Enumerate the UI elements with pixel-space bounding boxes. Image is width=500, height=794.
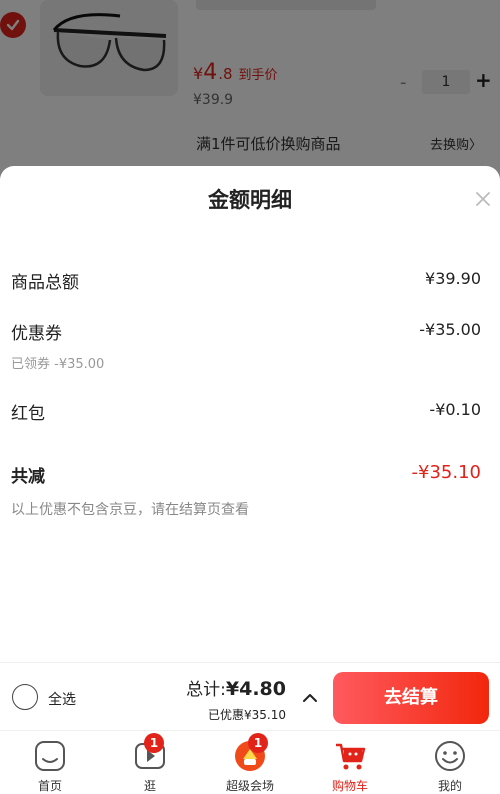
checkout-button[interactable]: 去结算 xyxy=(333,672,489,724)
goods-total-value: ¥39.90 xyxy=(425,269,481,288)
tab-profile-label: 我的 xyxy=(437,779,462,793)
select-all-label[interactable]: 全选 xyxy=(48,689,76,709)
coupon-label: 优惠券 xyxy=(11,324,62,344)
total-amount: ¥4.80 xyxy=(225,678,286,700)
tab-cart[interactable]: 购物车 xyxy=(300,731,400,794)
red-packet-value: -¥0.10 xyxy=(429,400,481,419)
cart-icon xyxy=(333,739,367,773)
total-price: 总计: ¥4.80 xyxy=(186,675,286,700)
coupon-claimed-text: 已领券 -¥35.00 xyxy=(11,357,105,372)
tab-profile[interactable]: 我的 xyxy=(400,731,500,794)
chevron-up-icon[interactable] xyxy=(302,689,318,702)
tab-browse-badge: 1 xyxy=(144,733,164,753)
jingdou-note: 以上优惠不包含京豆，请在结算页查看 xyxy=(11,502,249,518)
home-icon xyxy=(33,739,67,773)
tab-super-venue-label: 超级会场 xyxy=(225,779,274,793)
settle-bar: 全选 总计: ¥4.80 已优惠¥35.10 去结算 xyxy=(0,662,500,730)
tab-home-label: 首页 xyxy=(37,779,62,793)
close-icon[interactable] xyxy=(472,188,494,210)
select-all-radio[interactable] xyxy=(12,684,38,710)
tab-super-venue-badge: 1 xyxy=(248,733,268,753)
tab-home[interactable]: 首页 xyxy=(0,731,100,794)
bottom-tab-bar: 首页 1 逛 1 超级会场 购物车 我的 xyxy=(0,730,500,794)
tab-browse-label: 逛 xyxy=(143,779,156,793)
goods-total-label: 商品总额 xyxy=(11,273,79,293)
total-reduction-label: 共减 xyxy=(11,467,45,487)
sheet-title: 金额明细 xyxy=(208,188,292,212)
total-reduction-value: -¥35.10 xyxy=(411,462,481,483)
coupon-value: -¥35.00 xyxy=(419,320,481,339)
red-packet-label: 红包 xyxy=(11,404,45,424)
profile-icon xyxy=(433,739,467,773)
tab-browse[interactable]: 1 逛 xyxy=(100,731,200,794)
total-label: 总计: xyxy=(186,680,226,700)
tab-cart-label: 购物车 xyxy=(331,779,368,793)
tab-super-venue[interactable]: 1 超级会场 xyxy=(200,731,300,794)
saved-amount: 已优惠¥35.10 xyxy=(208,708,286,722)
